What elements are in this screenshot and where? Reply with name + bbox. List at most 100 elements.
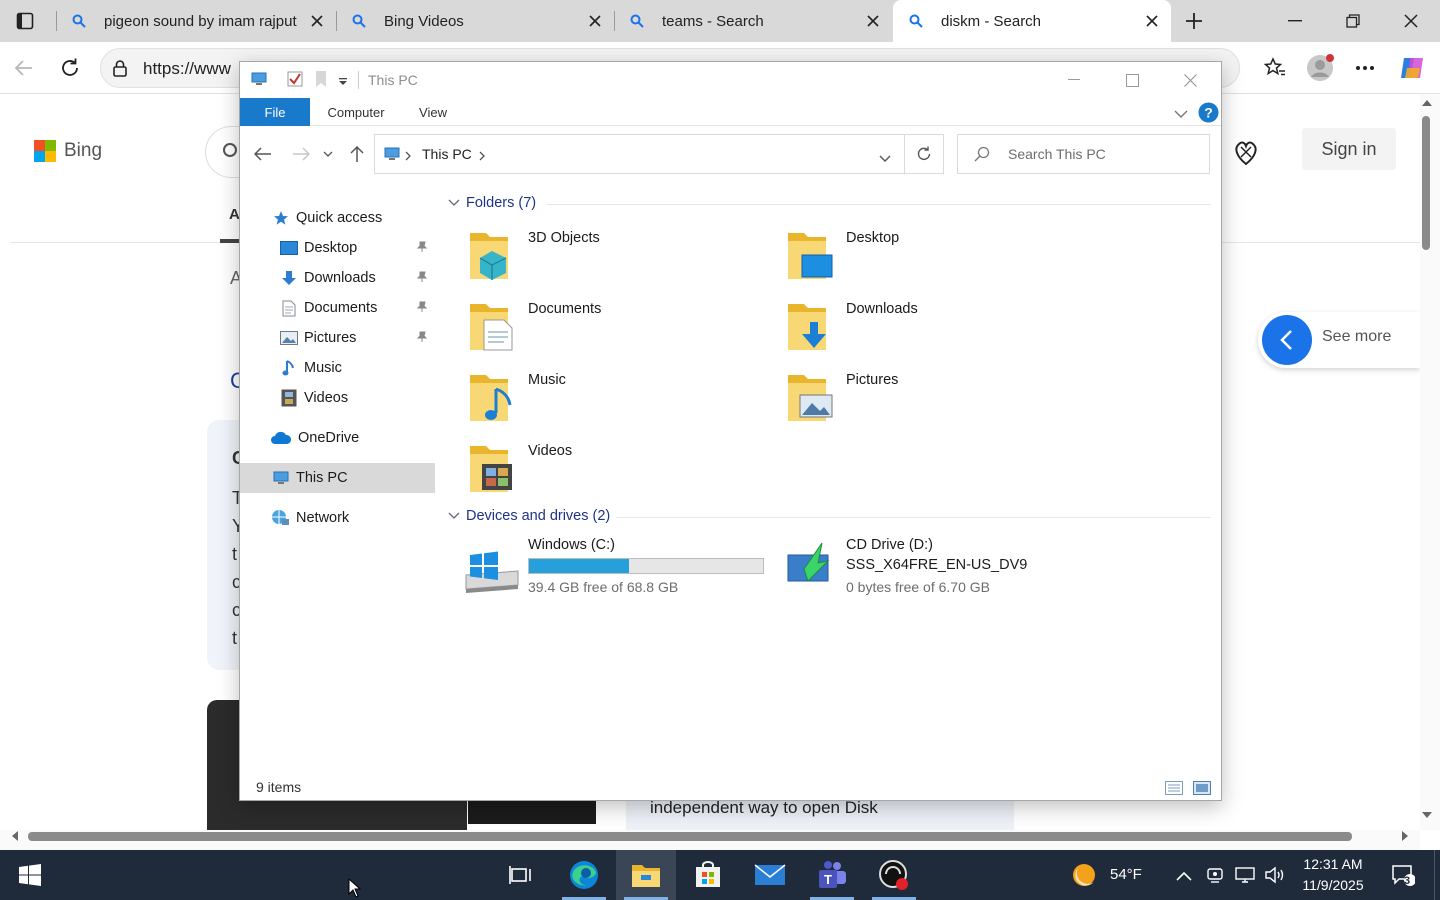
taskbar-edge[interactable] [554,850,614,900]
folder-music[interactable]: Music [436,369,736,431]
drive-windows-c[interactable]: Windows (C:) 39.4 GB free of 68.8 GB [436,537,776,607]
video-thumbnail[interactable] [468,800,596,824]
browser-tab-strip: pigeon sound by imam rajput Bing Videos … [0,0,1440,42]
show-hidden-icons-icon[interactable] [1176,868,1192,884]
sign-in-button[interactable]: Sign in [1302,128,1396,170]
folder-desktop[interactable]: Desktop [754,227,1054,289]
close-tab-icon[interactable] [1139,8,1165,34]
explorer-refresh-button[interactable] [905,134,944,174]
nav-desktop[interactable]: Desktop [240,233,435,263]
back-button[interactable] [8,52,40,84]
taskbar-teams[interactable]: T [802,850,862,900]
customize-quick-access-icon[interactable] [338,74,348,90]
help-icon[interactable]: ? [1198,102,1219,126]
browser-tab-bing-videos[interactable]: Bing Videos [336,0,614,42]
ribbon-tab-file[interactable]: File [240,98,310,126]
pin-icon[interactable] [416,241,428,257]
folder-downloads[interactable]: Downloads [754,298,1054,360]
browser-tab-pigeon[interactable]: pigeon sound by imam rajput [56,0,336,42]
explorer-search-box[interactable]: Search This PC [957,134,1210,174]
drive-cd-d[interactable]: CD Drive (D:) SSS_X64FRE_EN-US_DV9 0 byt… [754,537,1054,607]
taskbar-recorder[interactable] [864,850,924,900]
see-more-button[interactable]: See more [1258,312,1420,368]
vertical-scroll-thumb[interactable] [1422,116,1430,250]
taskbar-mail[interactable] [740,850,800,900]
pictures-folder-icon [788,375,833,421]
chevron-right-icon[interactable] [479,148,485,164]
start-button[interactable] [0,850,60,900]
horizontal-scroll-thumb[interactable] [28,832,1352,841]
notification-center-button[interactable]: 3 [1378,850,1428,900]
taskbar-file-explorer[interactable] [616,850,676,900]
profile-button[interactable] [1304,52,1336,84]
drives-group-header[interactable]: Devices and drives (2) [448,508,610,524]
expand-ribbon-icon[interactable] [1174,106,1188,122]
browser-tab-teams[interactable]: teams - Search [614,0,892,42]
pin-icon[interactable] [416,301,428,317]
network-icon[interactable] [1234,866,1256,887]
rewards-icon[interactable] [1232,138,1260,166]
close-tab-icon[interactable] [860,8,886,34]
nav-quick-access[interactable]: Quick access [240,203,435,233]
nav-label: Music [304,360,342,376]
close-tab-icon[interactable] [582,8,608,34]
copilot-button[interactable] [1396,52,1428,84]
address-path-box[interactable]: This PC [374,134,905,174]
bing-logo[interactable]: Bing [34,140,102,162]
folder-videos[interactable]: Videos [436,440,736,502]
teams-icon: T [819,861,846,888]
explorer-back-button[interactable] [250,140,276,168]
volume-icon[interactable] [1264,866,1286,887]
recent-locations-button[interactable] [320,140,336,168]
nav-onedrive[interactable]: OneDrive [240,423,435,453]
explorer-minimize-button[interactable] [1045,62,1103,98]
new-tab-button[interactable] [1178,5,1210,37]
properties-icon[interactable] [286,70,304,91]
weather-icon[interactable] [1068,860,1100,893]
show-desktop-button[interactable] [1434,850,1440,900]
refresh-button[interactable] [54,52,86,84]
nav-videos[interactable]: Videos [240,383,435,413]
new-folder-icon[interactable] [314,70,330,91]
nav-network[interactable]: Network [240,503,435,533]
nav-music[interactable]: Music [240,353,435,383]
explorer-close-button[interactable] [1161,62,1219,98]
nav-pictures[interactable]: Pictures [240,323,435,353]
explorer-maximize-button[interactable] [1103,62,1161,98]
pin-icon[interactable] [416,331,428,347]
address-history-icon[interactable] [879,150,891,166]
folders-group-header[interactable]: Folders (7) [448,195,536,211]
ribbon-tab-view[interactable]: View [408,98,458,126]
star-icon [272,209,290,227]
chevron-right-icon[interactable] [405,148,411,164]
vertical-scrollbar[interactable] [1420,94,1440,830]
restore-button[interactable] [1324,0,1382,42]
weather-temperature[interactable]: 54°F [1110,866,1142,883]
nav-documents[interactable]: Documents [240,293,435,323]
minimize-button[interactable] [1266,0,1324,42]
explorer-forward-button[interactable] [288,140,314,168]
breadcrumb-this-pc[interactable]: This PC [422,146,472,162]
pin-icon[interactable] [416,271,428,287]
ribbon-tab-computer[interactable]: Computer [318,98,394,126]
up-level-button[interactable] [344,140,370,168]
close-tab-icon[interactable] [304,8,330,34]
taskbar-clock[interactable]: 12:31 AM 11/9/2025 [1298,854,1368,896]
folder-documents[interactable]: Documents [436,298,736,360]
browser-tab-diskm[interactable]: diskm - Search [893,0,1171,42]
details-view-button[interactable] [1164,779,1184,797]
taskbar-store[interactable] [678,850,738,900]
folder-pictures[interactable]: Pictures [754,369,1054,431]
nav-downloads[interactable]: Downloads [240,263,435,293]
meet-now-icon[interactable] [1206,866,1224,887]
large-icons-view-button[interactable] [1192,779,1212,797]
windows-logo-icon [19,864,41,886]
horizontal-scrollbar[interactable] [0,830,1420,850]
tab-actions-button[interactable] [10,8,40,34]
settings-more-button[interactable] [1349,52,1381,84]
task-view-button[interactable] [490,850,550,900]
close-window-button[interactable] [1382,0,1440,42]
folder-3d-objects[interactable]: 3D Objects [436,227,736,289]
nav-this-pc[interactable]: This PC [240,463,435,493]
favorites-button[interactable] [1259,52,1291,84]
